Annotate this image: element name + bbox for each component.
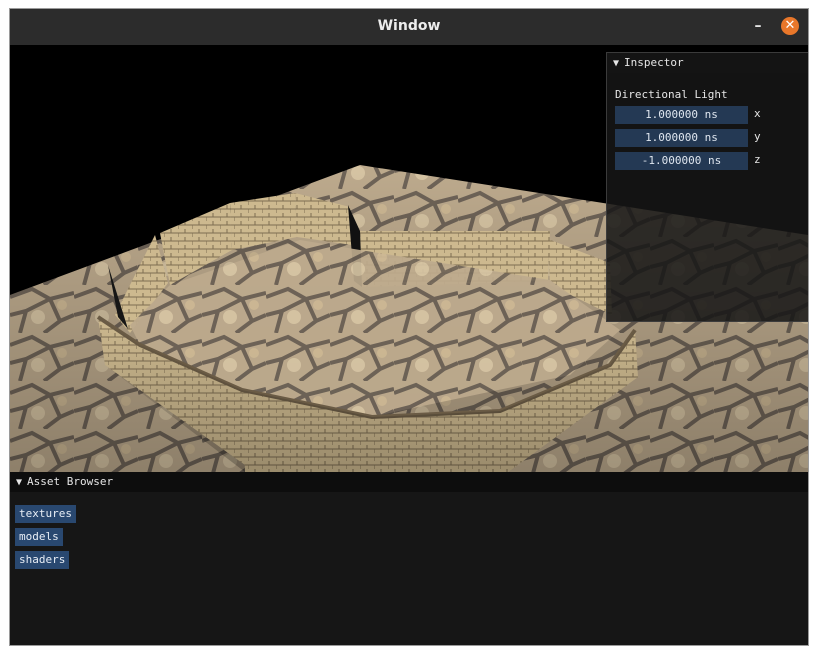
minimize-button[interactable]: – <box>750 17 766 35</box>
close-button[interactable]: ✕ <box>781 17 799 35</box>
inspector-header[interactable]: ▼ Inspector <box>607 53 808 74</box>
section-label-directional-light: Directional Light <box>615 88 728 101</box>
axis-label-z: z <box>754 153 761 166</box>
asset-folder-models[interactable]: models <box>15 528 63 546</box>
light-y-field[interactable]: 1.000000 ns <box>615 129 748 147</box>
asset-browser-panel[interactable]: ▼ Asset Browser textures models shaders <box>10 472 808 645</box>
asset-folder-shaders[interactable]: shaders <box>15 551 70 569</box>
asset-browser-header[interactable]: ▼ Asset Browser <box>10 472 808 492</box>
light-z-field[interactable]: -1.000000 ns <box>615 152 748 170</box>
title-bar[interactable]: Window – ✕ <box>10 9 808 45</box>
inspector-title: Inspector <box>624 56 684 69</box>
collapse-triangle-icon[interactable]: ▼ <box>613 54 619 74</box>
axis-label-x: x <box>754 107 761 120</box>
inspector-panel[interactable]: ▼ Inspector Directional Light 1.000000 ns… <box>606 52 808 322</box>
light-x-field[interactable]: 1.000000 ns <box>615 106 748 124</box>
app-window: Window – ✕ ▼ Inspector Directional Light… <box>9 8 809 646</box>
axis-label-y: y <box>754 130 761 143</box>
collapse-triangle-icon[interactable]: ▼ <box>16 473 22 493</box>
window-title: Window <box>377 18 441 34</box>
asset-folder-textures[interactable]: textures <box>15 505 76 523</box>
asset-browser-title: Asset Browser <box>27 475 114 488</box>
